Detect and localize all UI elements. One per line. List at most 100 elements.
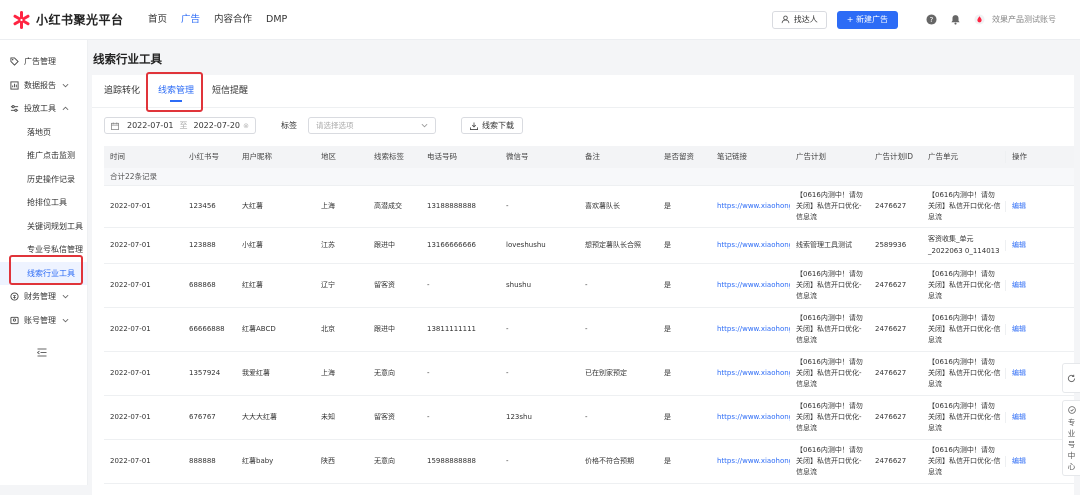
column-header: 线索标签 <box>374 152 404 161</box>
find-creator-button[interactable]: 找达人 <box>771 10 827 29</box>
table-cell-retained: 是 <box>664 324 671 333</box>
table-cell-plan: 【0616内测中！请勿关闭】私信开口优化-信息流 <box>796 269 863 301</box>
help-icon[interactable]: ? <box>924 13 938 27</box>
tab-item[interactable]: 追踪转化 <box>104 75 140 107</box>
sidebar-item-finance[interactable]: 财务管理 <box>0 285 87 309</box>
refresh-icon <box>1067 374 1076 382</box>
topnav-item[interactable]: 广告 <box>181 0 200 40</box>
table-cell-note-link[interactable]: https://www.xiaohongshu.com/discovery/it… <box>711 368 790 379</box>
download-leads-button[interactable]: 线索下载 <box>461 117 523 134</box>
account-avatar-icon[interactable] <box>972 13 986 27</box>
table-cell-plan-id: 2476627 <box>875 324 907 333</box>
chevron-down-icon <box>62 83 69 87</box>
date-range-picker[interactable]: 2022-07-01 至 2022-07-20 ⊗ <box>104 117 256 134</box>
refresh-float-button[interactable] <box>1062 363 1080 393</box>
tag-select[interactable]: 请选择选项 <box>308 117 436 134</box>
table-cell-action[interactable]: 编辑 <box>1005 411 1040 424</box>
table-cell-xhs-id: 1357924 <box>189 368 221 377</box>
table-cell-action[interactable]: 编辑 <box>1005 323 1040 336</box>
table-cell-time: 2022-07-01 <box>110 324 151 333</box>
table-row: 2022-07-01 123888 小红薯 江苏 跟进中 13166666666 loves… <box>104 228 1074 264</box>
sidebar-item-ad-management[interactable]: 广告管理 <box>0 50 87 74</box>
brand-logo[interactable]: 小红书聚光平台 <box>12 10 142 29</box>
collapse-sidebar-icon[interactable] <box>36 348 47 359</box>
sidebar-subitem[interactable]: 落地页 <box>0 121 87 145</box>
table-cell-tag: 高潜成交 <box>374 201 402 210</box>
table-cell-xhs-id: 123888 <box>189 240 216 249</box>
table-cell-plan-id: 2476627 <box>875 456 907 465</box>
tag-filter-label: 标签 <box>281 121 297 130</box>
bell-icon[interactable] <box>948 13 962 27</box>
table-cell-wechat: shushu <box>506 280 532 289</box>
sidebar-item-label: 账号管理 <box>24 315 56 325</box>
table-cell-retained: 是 <box>664 240 671 249</box>
table-cell-note-link[interactable]: https://www.xiaohongshu.com/discovery/it… <box>711 201 790 212</box>
table-cell-retained: 是 <box>664 456 671 465</box>
table-cell-action[interactable]: 编辑 <box>1005 200 1040 213</box>
table-cell-nickname: 红薯ABCD <box>242 324 276 333</box>
svg-text:?: ? <box>929 15 933 24</box>
pro-center-label-char: 心 <box>1067 462 1076 471</box>
sidebar-subitem[interactable]: 抢排位工具 <box>0 191 87 215</box>
table-cell-note-link[interactable]: https://www.xiaohongshu.com/discovery/it… <box>711 280 790 291</box>
table-cell-note-link[interactable]: https://www.xiaohongshu.com/discovery/it… <box>711 456 790 467</box>
table-cell-retained: 是 <box>664 201 671 210</box>
date-end[interactable]: 2022-07-20 <box>194 121 241 130</box>
table-cell-unit: 客资收集_单元_2022063 0_114013 <box>928 235 1000 255</box>
topnav-item[interactable]: DMP <box>266 0 287 40</box>
table-cell-plan-id: 2476627 <box>875 280 907 289</box>
topnav-item[interactable]: 首页 <box>148 0 167 40</box>
table-cell-region: 上海 <box>321 368 335 377</box>
table-cell-action[interactable]: 编辑 <box>1005 455 1040 468</box>
sidebar-item-label: 投放工具 <box>24 104 56 114</box>
table-cell-time: 2022-07-01 <box>110 280 151 289</box>
table-cell-unit: 【0616内测中！请勿关闭】私信开口优化-信息流 <box>928 269 1001 301</box>
pro-account-center-panel[interactable]: 专业号中心 <box>1062 400 1080 476</box>
sidebar-item-ad-tools[interactable]: 投放工具 <box>0 97 87 121</box>
sidebar-item-data-report[interactable]: 数据报告 <box>0 74 87 98</box>
top-nav: 首页 广告 内容合作 DMP <box>148 0 301 40</box>
table-cell-plan: 【0616内测中！请勿关闭】私信开口优化-信息流 <box>796 313 863 345</box>
table-cell-wechat: 123shu <box>506 412 532 421</box>
table-cell-time: 2022-07-01 <box>110 456 151 465</box>
account-name[interactable]: 效果产品测试账号 <box>992 14 1056 25</box>
clear-icon[interactable]: ⊗ <box>243 122 249 130</box>
table-cell-note-link[interactable]: https://www.xiaohongshu.com/discovery/it… <box>711 324 790 335</box>
sidebar-subitem[interactable]: 历史操作记录 <box>0 168 87 192</box>
logo-icon <box>12 10 31 29</box>
topnav-item[interactable]: 内容合作 <box>214 0 252 40</box>
table-cell-remark: - <box>585 324 588 333</box>
table-cell-unit: 【0616内测中！请勿关闭】私信开口优化-信息流 <box>928 401 1001 433</box>
sidebar-item-account[interactable]: 账号管理 <box>0 309 87 333</box>
table-cell-phone: 13188888888 <box>427 201 476 210</box>
column-header: 广告单元 <box>928 152 958 161</box>
column-header: 广告计划ID <box>875 152 913 161</box>
table-cell-time: 2022-07-01 <box>110 201 151 210</box>
column-header: 备注 <box>585 152 600 161</box>
table-row: 2022-07-01 123456 大红薯 上海 高潜成交 13188888888 - 喜欢薯… <box>104 186 1074 228</box>
date-start[interactable]: 2022-07-01 <box>127 121 174 130</box>
table-cell-remark: - <box>585 412 588 421</box>
column-header: 笔记链接 <box>717 152 747 161</box>
table-cell-note-link[interactable]: https://www.xiaohongshu.com/discovery/it… <box>711 412 790 423</box>
column-header: 电话号码 <box>427 152 457 161</box>
table-cell-action[interactable]: 编辑 <box>1005 279 1040 292</box>
table-cell-region: 北京 <box>321 324 335 333</box>
new-ad-button[interactable]: + 新建广告 <box>836 10 898 29</box>
tab-item[interactable]: 短信提醒 <box>212 75 248 107</box>
column-header: 用户昵称 <box>242 152 272 161</box>
table-cell-plan: 线索管理工具测试 <box>796 240 852 249</box>
table-row: 2022-07-01 676767 大大大红薯 未知 留客资 - 123shu - 是 https… <box>104 396 1074 440</box>
chevron-down-icon <box>421 123 428 128</box>
calendar-icon <box>111 121 119 130</box>
sidebar-subitem[interactable]: 关键词规划工具 <box>0 215 87 239</box>
table-cell-action[interactable]: 编辑 <box>1005 239 1040 252</box>
table-cell-region: 辽宁 <box>321 280 335 289</box>
sidebar-subitem[interactable]: 推广点击监测 <box>0 144 87 168</box>
table-cell-note-link[interactable]: https://www.xiaohongshu.com/discovery/it… <box>711 240 790 251</box>
table-cell-xhs-id: 688868 <box>189 280 216 289</box>
table-cell-plan: 【0616内测中！请勿关闭】私信开口优化-信息流 <box>796 190 863 222</box>
table-cell-tag: 无意向 <box>374 456 395 465</box>
table-cell-action[interactable]: 编辑 <box>1005 367 1040 380</box>
table-cell-nickname: 我爱红薯 <box>242 368 270 377</box>
